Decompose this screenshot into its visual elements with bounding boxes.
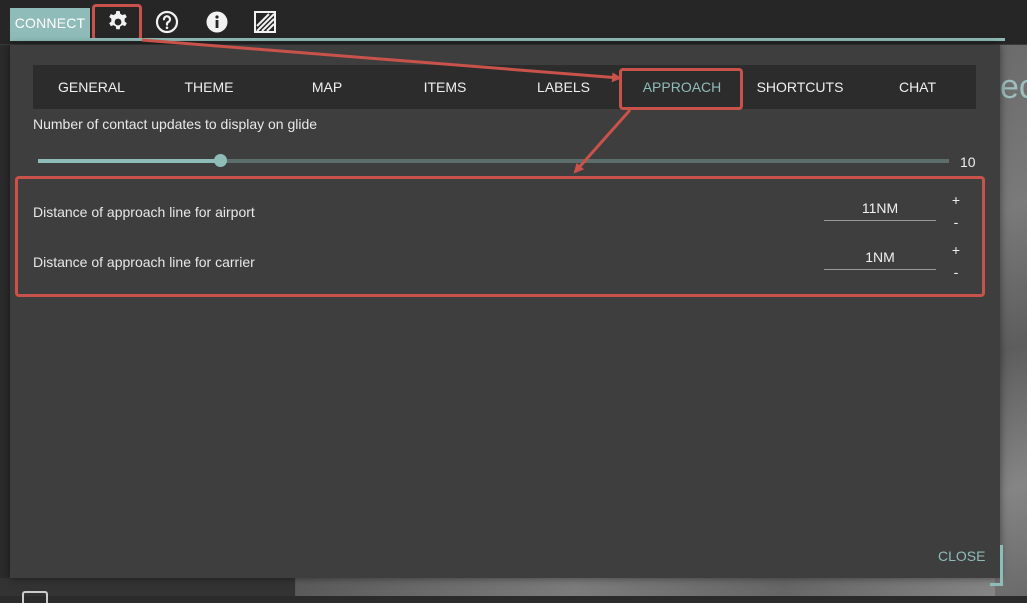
background-title-fragment: ect [1000, 68, 1027, 106]
panel-icon [22, 591, 48, 603]
gear-highlight-box [92, 4, 142, 41]
tab-items[interactable]: ITEMS [386, 65, 504, 109]
tab-map[interactable]: MAP [268, 65, 386, 109]
settings-tabbar: GENERAL THEME MAP ITEMS LABELS APPROACH … [33, 65, 976, 109]
settings-dialog: GENERAL THEME MAP ITEMS LABELS APPROACH … [10, 45, 1000, 578]
slider-fill [38, 159, 221, 163]
tab-labels[interactable]: LABELS [504, 65, 623, 109]
map-background-bottom [295, 578, 995, 596]
tab-shortcuts[interactable]: SHORTCUTS [741, 65, 859, 109]
approach-settings-highlight-box [15, 176, 985, 297]
glide-updates-value: 10 [960, 154, 976, 170]
tab-general[interactable]: GENERAL [33, 65, 150, 109]
layers-icon[interactable] [252, 9, 278, 35]
close-button[interactable]: CLOSE [938, 548, 985, 564]
dialog-corner-accent [990, 545, 1003, 586]
connect-button[interactable]: CONNECT [10, 8, 90, 38]
glide-updates-slider[interactable] [38, 154, 949, 167]
info-icon[interactable] [204, 9, 230, 35]
slider-thumb[interactable] [214, 154, 228, 167]
tab-theme[interactable]: THEME [150, 65, 268, 109]
approach-tab-highlight-box [619, 68, 743, 110]
toolbar-accent-line [10, 38, 1005, 41]
glide-updates-label: Number of contact updates to display on … [33, 116, 318, 132]
tab-chat[interactable]: CHAT [859, 65, 976, 109]
help-icon[interactable] [154, 9, 180, 35]
